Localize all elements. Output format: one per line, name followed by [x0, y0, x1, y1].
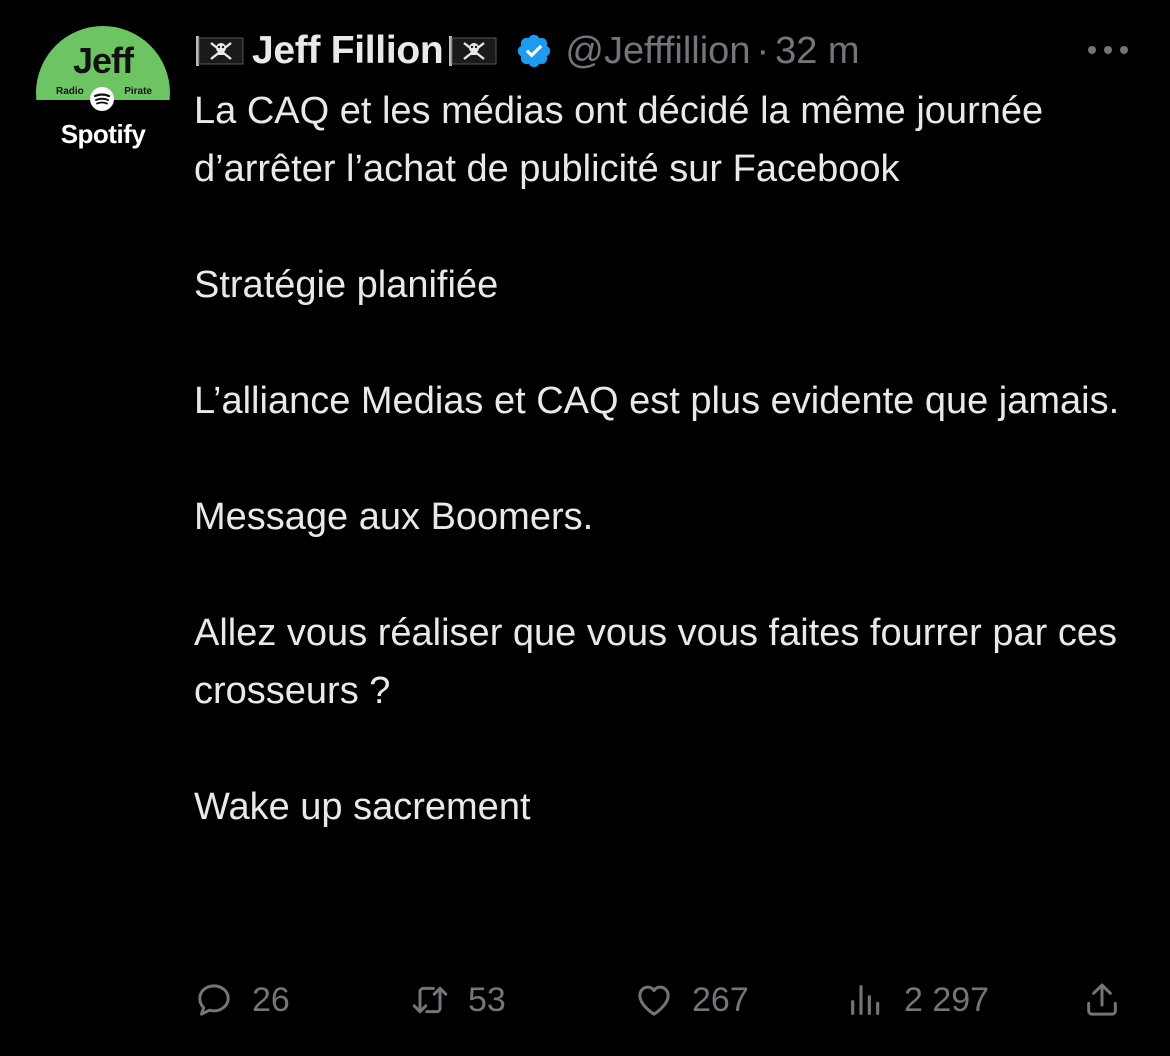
reply-button[interactable]: 26	[194, 968, 290, 1032]
verified-badge-icon[interactable]	[515, 32, 553, 70]
views-button[interactable]: 2 297	[846, 968, 989, 1032]
tweet-paragraph: Stratégie planifiée	[194, 264, 499, 306]
timestamp[interactable]: 32 m	[775, 30, 859, 73]
more-horizontal-icon	[1088, 46, 1128, 54]
spotify-logo-icon	[90, 87, 114, 111]
reply-count: 26	[252, 980, 290, 1019]
display-name[interactable]: Jeff Fillion	[252, 29, 444, 73]
pirate-flag-icon	[449, 36, 497, 66]
author-handle[interactable]: @Jefffillion	[565, 30, 750, 73]
avatar[interactable]: Jeff Radio Pirate Spotify	[36, 26, 170, 160]
share-icon	[1087, 983, 1117, 1016]
avatar-sub-left: Radio	[56, 86, 84, 97]
tweet-paragraph: Allez vous réaliser que vous vous faites…	[194, 612, 1117, 712]
views-count: 2 297	[904, 980, 990, 1019]
tweet-header: Jeff Fillion @Jefffillion · 32 m	[194, 24, 860, 78]
like-count: 267	[692, 980, 749, 1019]
heart-icon	[638, 985, 670, 1016]
like-button[interactable]: 267	[634, 968, 749, 1032]
more-options-button[interactable]	[1078, 30, 1138, 70]
separator-dot: ·	[756, 29, 770, 72]
avatar-name-text: Jeff	[72, 40, 134, 81]
retweet-icon	[412, 986, 448, 1014]
share-button[interactable]	[1082, 968, 1122, 1032]
avatar-sub-right: Pirate	[124, 86, 152, 97]
retweet-count: 53	[468, 980, 506, 1019]
retweet-button[interactable]: 53	[410, 968, 506, 1032]
tweet: Jeff Radio Pirate Spotify Jeff Fillion @…	[0, 0, 1170, 1056]
analytics-icon	[851, 985, 880, 1015]
reply-icon	[198, 984, 230, 1016]
avatar-brand-text: Spotify	[60, 119, 146, 149]
pirate-flag-icon	[196, 36, 244, 66]
tweet-text: La CAQ et les médias ont décidé la même …	[194, 82, 1154, 836]
tweet-paragraph: Message aux Boomers.	[194, 496, 594, 538]
tweet-paragraph: L’alliance Medias et CAQ est plus eviden…	[194, 380, 1120, 422]
tweet-actions: 26 53 267 2 297	[0, 968, 1170, 1032]
tweet-paragraph: La CAQ et les médias ont décidé la même …	[194, 90, 1044, 190]
tweet-paragraph: Wake up sacrement	[194, 786, 531, 828]
